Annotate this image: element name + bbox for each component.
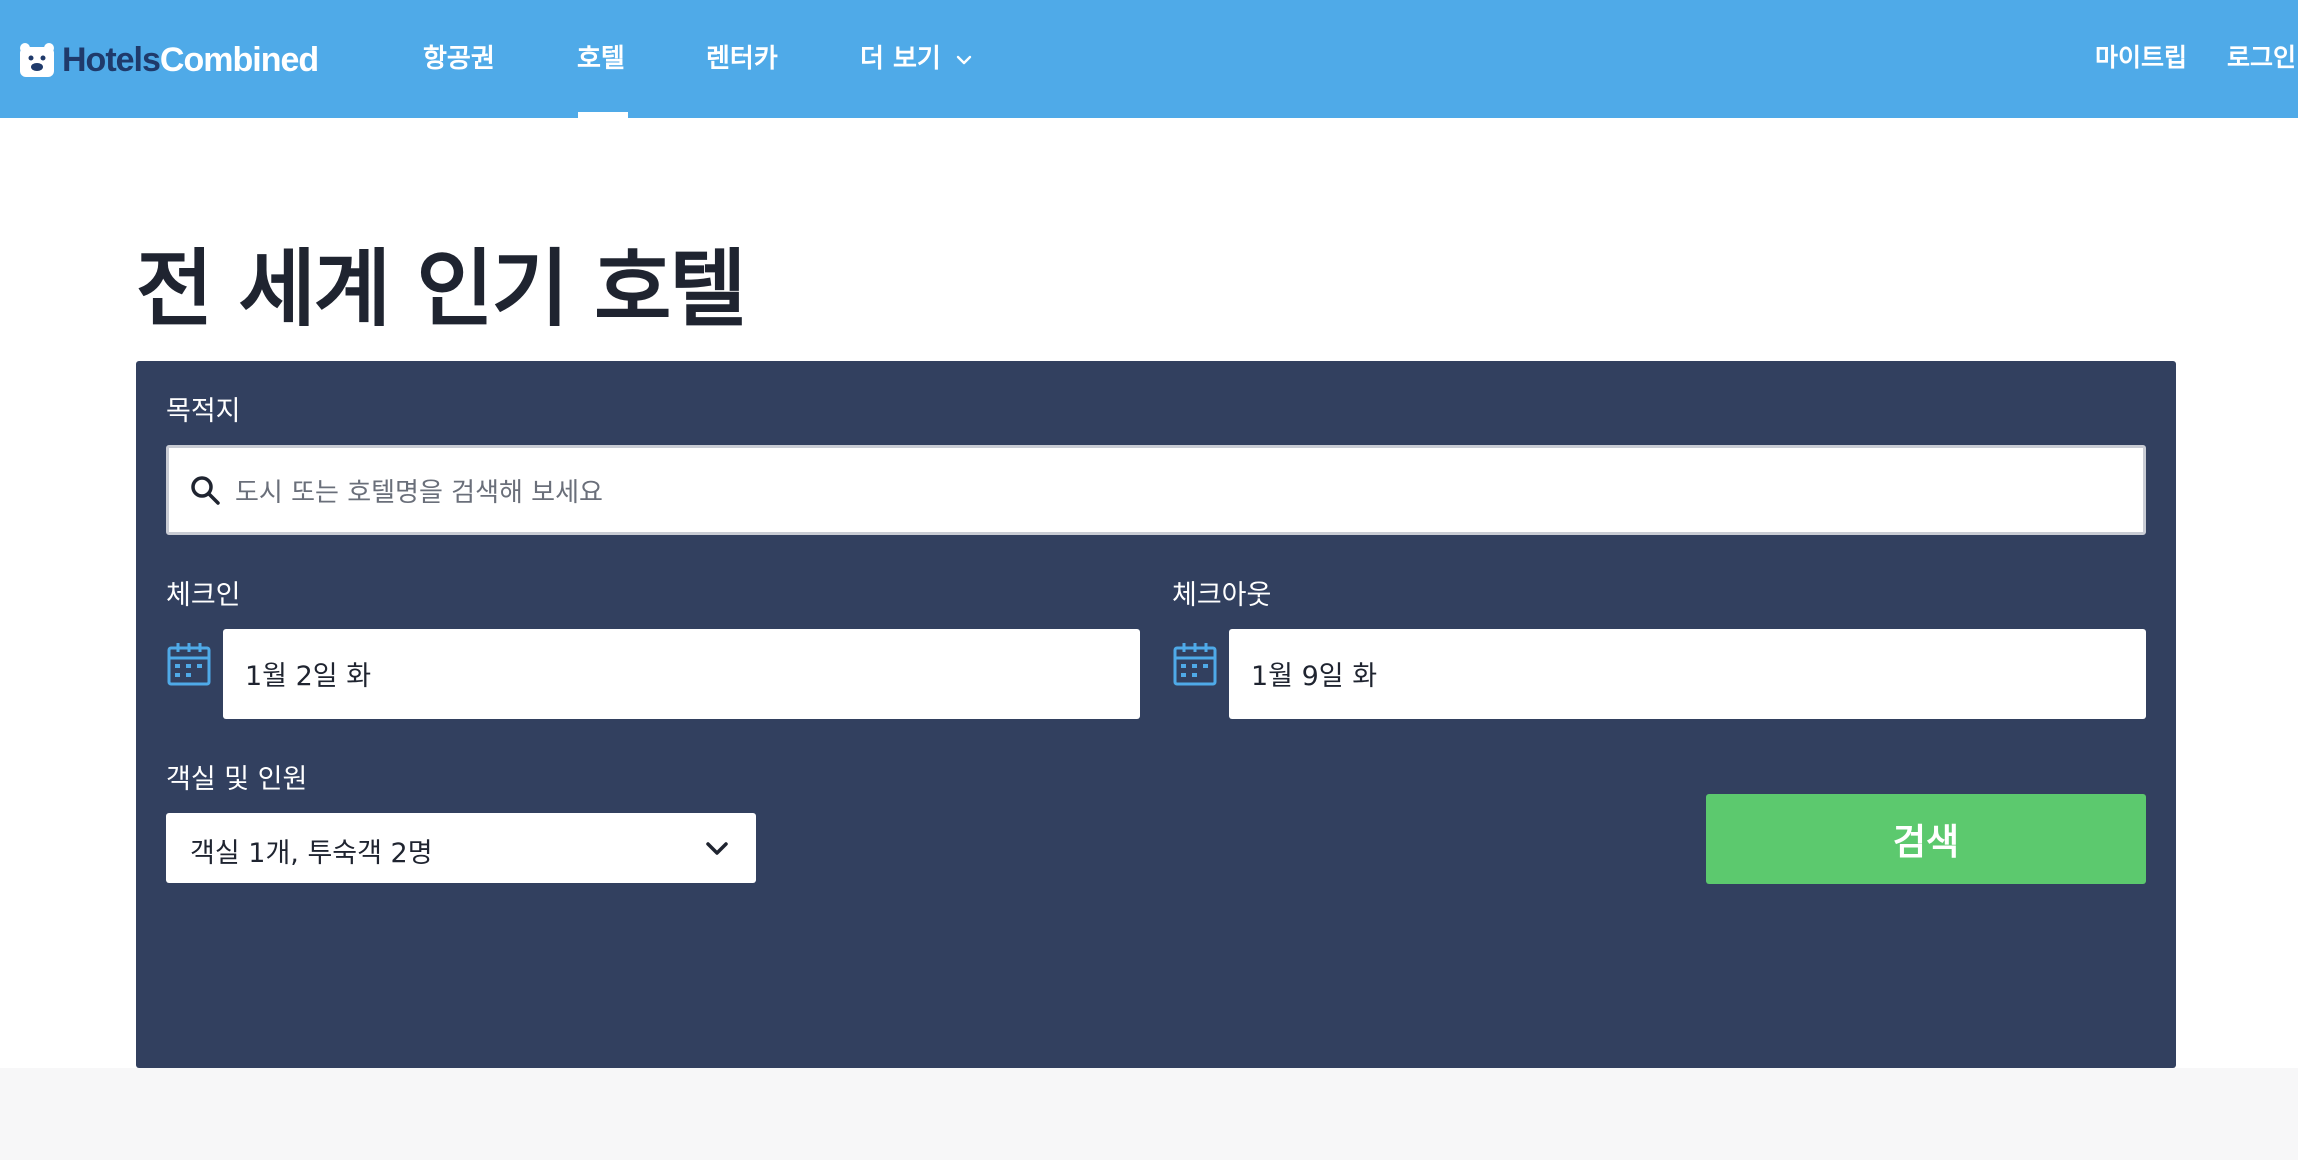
- calendar-icon: [167, 643, 211, 686]
- nav-flights[interactable]: 항공권: [423, 38, 495, 75]
- destination-placeholder: 도시 또는 호텔명을 검색해 보세요: [235, 478, 603, 508]
- destination-label: 목적지: [166, 396, 241, 427]
- rooms-guests-value: 객실 1개, 투숙객 2명: [190, 838, 433, 869]
- calendar-icon: [1173, 643, 1217, 686]
- logo-text-hotels: Hotels: [62, 40, 161, 79]
- destination-input[interactable]: 도시 또는 호텔명을 검색해 보세요: [166, 445, 2146, 535]
- search-button[interactable]: 검색: [1706, 794, 2146, 884]
- nav-car-rental[interactable]: 렌터카: [706, 38, 778, 75]
- nav-login[interactable]: 로그인: [2227, 38, 2296, 74]
- chevron-down-icon: [706, 842, 728, 855]
- top-navigation-bar: HotelsCombined 항공권 호텔 렌터카 더 보기 마이트립 로그인: [0, 0, 2298, 118]
- active-tab-indicator: [578, 112, 628, 118]
- page-footer-band: [0, 1068, 2298, 1160]
- hotel-search-panel: 목적지 도시 또는 호텔명을 검색해 보세요 체크인 1월 2일 화 체크아웃 …: [136, 361, 2176, 1068]
- nav-my-trips[interactable]: 마이트립: [2095, 38, 2187, 74]
- checkin-label: 체크인: [166, 580, 241, 611]
- checkin-date-input[interactable]: 1월 2일 화: [223, 629, 1140, 719]
- search-icon: [191, 476, 220, 505]
- page-title: 전 세계 인기 호텔: [136, 240, 747, 338]
- logo-text: HotelsCombined: [62, 40, 319, 80]
- checkin-date-value: 1월 2일 화: [245, 661, 372, 692]
- hotelscombined-logo[interactable]: HotelsCombined: [18, 36, 319, 84]
- rooms-guests-label: 객실 및 인원: [166, 764, 308, 795]
- logo-text-combined: Combined: [159, 40, 319, 79]
- nav-hotels[interactable]: 호텔: [577, 38, 625, 75]
- nav-more[interactable]: 더 보기: [860, 38, 972, 75]
- chevron-down-icon: [956, 55, 972, 64]
- checkout-date-value: 1월 9일 화: [1251, 661, 1378, 692]
- checkout-date-input[interactable]: 1월 9일 화: [1229, 629, 2146, 719]
- checkout-label: 체크아웃: [1172, 580, 1272, 611]
- bear-logo-icon: [20, 43, 54, 77]
- nav-more-label: 더 보기: [860, 44, 941, 74]
- rooms-guests-select[interactable]: 객실 1개, 투숙객 2명: [166, 813, 756, 883]
